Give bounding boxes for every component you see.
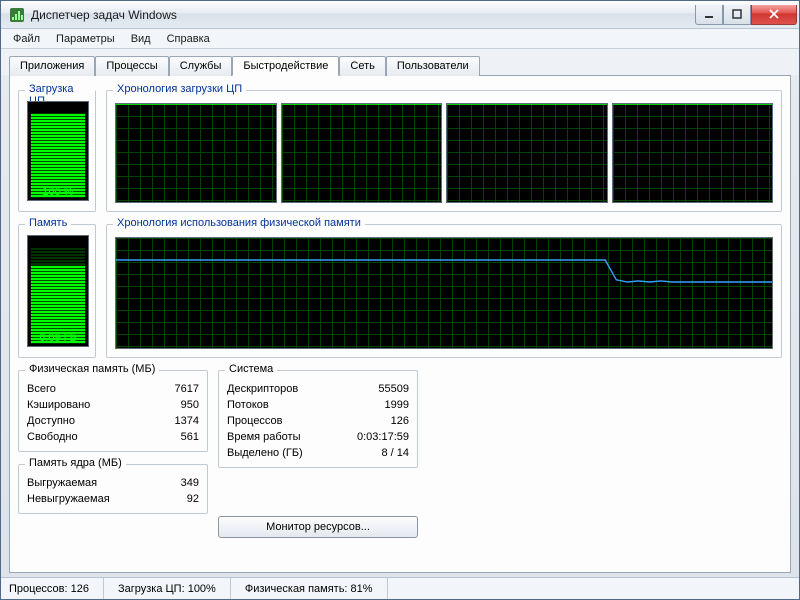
sys-commit-value: 8 / 14 (381, 445, 409, 461)
cpu-graph-0 (115, 103, 277, 203)
tab-users[interactable]: Пользователи (386, 56, 480, 76)
memory-history-label: Хронология использования физической памя… (113, 217, 365, 229)
cpu-graph-1 (281, 103, 443, 203)
menu-view[interactable]: Вид (123, 31, 159, 47)
system-group: Система Дескрипторов55509 Потоков1999 Пр… (218, 370, 418, 468)
status-cpu: Загрузка ЦП: 100% (104, 578, 231, 599)
sys-handles-label: Дескрипторов (227, 381, 298, 397)
phys-cached-value: 950 (181, 397, 199, 413)
kernel-paged-label: Выгружаемая (27, 475, 97, 491)
statusbar: Процессов: 126 Загрузка ЦП: 100% Физичес… (1, 577, 799, 599)
minimize-button[interactable] (695, 5, 723, 25)
window-title: Диспетчер задач Windows (31, 8, 695, 22)
window-controls (695, 5, 797, 25)
kernel-memory-title: Память ядра (МБ) (25, 457, 126, 469)
tab-processes[interactable]: Процессы (95, 56, 168, 76)
kernel-nonpaged-label: Невыгружаемая (27, 491, 110, 507)
sys-commit-label: Выделено (ГБ) (227, 445, 303, 461)
cpu-meter-value: 100 % (28, 186, 88, 198)
menu-file[interactable]: Файл (5, 31, 48, 47)
tab-network[interactable]: Сеть (339, 56, 385, 76)
sys-uptime-value: 0:03:17:59 (357, 429, 409, 445)
physical-memory-group: Физическая память (МБ) Всего7617 Кэширов… (18, 370, 208, 452)
physical-memory-title: Физическая память (МБ) (25, 363, 159, 375)
phys-avail-label: Доступно (27, 413, 75, 429)
sys-procs-value: 126 (391, 413, 409, 429)
phys-total-value: 7617 (175, 381, 199, 397)
cpu-meter: 100 % (27, 101, 89, 201)
menubar: Файл Параметры Вид Справка (1, 29, 799, 49)
status-memory: Физическая память: 81% (231, 578, 388, 599)
phys-free-value: 561 (181, 429, 199, 445)
cpu-history-box: Хронология загрузки ЦП (106, 90, 782, 212)
maximize-button[interactable] (723, 5, 751, 25)
tabstrip: Приложения Процессы Службы Быстродействи… (1, 49, 799, 75)
close-button[interactable] (751, 5, 797, 25)
memory-box: Память 6,09 ГБ (18, 224, 96, 358)
cpu-history-label: Хронология загрузки ЦП (113, 83, 246, 95)
status-processes: Процессов: 126 (9, 578, 104, 599)
memory-meter: 6,09 ГБ (27, 235, 89, 347)
sys-uptime-label: Время работы (227, 429, 301, 445)
titlebar[interactable]: Диспетчер задач Windows (1, 1, 799, 29)
sys-handles-value: 55509 (378, 381, 409, 397)
kernel-paged-value: 349 (181, 475, 199, 491)
cpu-graph-2 (446, 103, 608, 203)
phys-avail-value: 1374 (175, 413, 199, 429)
system-title: Система (225, 363, 277, 375)
kernel-memory-group: Память ядра (МБ) Выгружаемая349 Невыгруж… (18, 464, 208, 514)
sys-threads-label: Потоков (227, 397, 269, 413)
cpu-graph-3 (612, 103, 774, 203)
task-manager-window: Диспетчер задач Windows Файл Параметры В… (0, 0, 800, 600)
phys-cached-label: Кэшировано (27, 397, 90, 413)
app-icon (9, 7, 25, 23)
memory-history-box: Хронология использования физической памя… (106, 224, 782, 358)
memory-meter-value: 6,09 ГБ (28, 332, 88, 344)
phys-total-label: Всего (27, 381, 56, 397)
cpu-usage-box: Загрузка ЦП 100 % (18, 90, 96, 212)
phys-free-label: Свободно (27, 429, 78, 445)
resource-monitor-button[interactable]: Монитор ресурсов... (218, 516, 418, 538)
menu-options[interactable]: Параметры (48, 31, 123, 47)
memory-label: Память (25, 217, 71, 229)
kernel-nonpaged-value: 92 (187, 491, 199, 507)
sys-threads-value: 1999 (385, 397, 409, 413)
memory-graph (115, 237, 773, 349)
tab-services[interactable]: Службы (169, 56, 233, 76)
resource-monitor-label: Монитор ресурсов... (266, 521, 370, 533)
tab-applications[interactable]: Приложения (9, 56, 95, 76)
menu-help[interactable]: Справка (159, 31, 218, 47)
sys-procs-label: Процессов (227, 413, 283, 429)
tab-performance[interactable]: Быстродействие (232, 56, 339, 76)
performance-panel: Загрузка ЦП 100 % Хронология загрузки ЦП… (9, 75, 791, 573)
